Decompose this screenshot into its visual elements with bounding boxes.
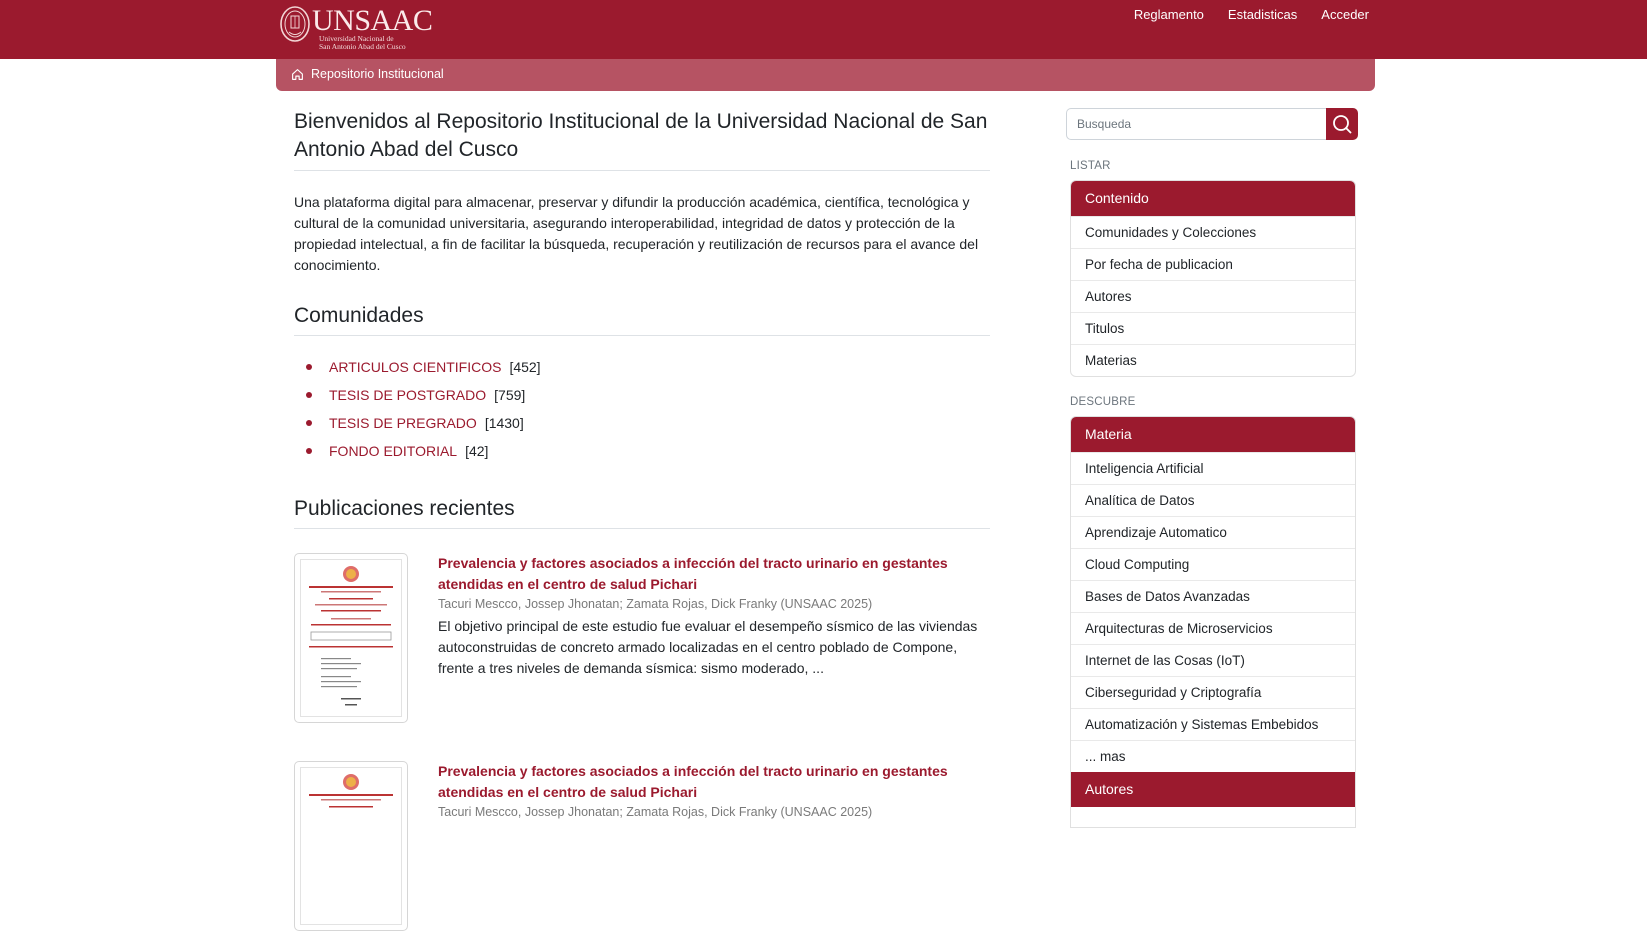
bullet-icon	[306, 420, 312, 426]
descubre-label: DESCUBRE	[1070, 396, 1136, 408]
nav-reglamento-link[interactable]: Reglamento	[1134, 7, 1204, 23]
sidebar-item-titulos[interactable]: Titulos	[1071, 312, 1355, 344]
nav-acceder-link[interactable]: Acceder	[1321, 7, 1369, 23]
sidebar-item-materia[interactable]: Internet de las Cosas (IoT)	[1071, 644, 1355, 676]
sidebar-item-autores[interactable]: Autores	[1071, 280, 1355, 312]
sidebar-item-fecha[interactable]: Por fecha de publicacion	[1071, 248, 1355, 280]
top-header-bar: UNSAAC Universidad Nacional de San Anton…	[0, 0, 1647, 59]
community-count: [42]	[465, 443, 489, 459]
logo-subtitle: Universidad Nacional de San Antonio Abad…	[319, 35, 406, 51]
recent-publications-section: Publicaciones recientes	[294, 496, 990, 529]
listar-label: LISTAR	[1070, 160, 1111, 172]
publication-authors: Tacuri Mescco, Jossep Jhonatan; Zamata R…	[438, 597, 873, 611]
list-item: FONDO EDITORIAL [42]	[294, 442, 990, 470]
sidebar-item-materias[interactable]: Materias	[1071, 344, 1355, 376]
sidebar-item-materia[interactable]: Bases de Datos Avanzadas	[1071, 580, 1355, 612]
list-item: TESIS DE POSTGRADO [759]	[294, 386, 990, 414]
document-page-graphic	[309, 566, 393, 706]
sidebar-item-materia[interactable]: Cloud Computing	[1071, 548, 1355, 580]
nav-estadisticas-link[interactable]: Estadisticas	[1228, 7, 1297, 23]
publication-abstract: El objetivo principal de este estudio fu…	[438, 618, 978, 676]
materia-header: Materia	[1071, 417, 1355, 452]
community-count: [1430]	[484, 415, 524, 431]
communities-heading: Comunidades	[294, 303, 990, 336]
top-navigation: Reglamento Estadisticas Acceder	[1134, 7, 1369, 23]
document-preview-icon	[300, 559, 402, 717]
sidebar-item-materia[interactable]: Automatización y Sistemas Embebidos	[1071, 708, 1355, 740]
bullet-icon	[306, 392, 312, 398]
community-link[interactable]: TESIS DE POSTGRADO	[329, 387, 486, 403]
community-count: [759]	[494, 387, 526, 403]
publication-authors: Tacuri Mescco, Jossep Jhonatan; Zamata R…	[438, 805, 873, 819]
intro-paragraph: Una plataforma digital para almacenar, p…	[294, 194, 979, 273]
community-link[interactable]: TESIS DE PREGRADO	[329, 415, 477, 431]
document-page-graphic	[309, 774, 393, 808]
main-content: Bienvenidos al Repositorio Institucional…	[294, 108, 990, 931]
search-input[interactable]	[1066, 108, 1326, 140]
university-seal-icon	[280, 6, 310, 42]
publication-info: Prevalencia y factores asociados a infec…	[438, 553, 990, 679]
breadcrumb-repositorio-link[interactable]: Repositorio Institucional	[311, 67, 444, 81]
recent-publications-heading: Publicaciones recientes	[294, 496, 990, 529]
bullet-icon	[306, 364, 312, 370]
publication-info: Prevalencia y factores asociados a infec…	[438, 761, 990, 822]
sidebar-item-materia[interactable]: Inteligencia Artificial	[1071, 452, 1355, 484]
community-link[interactable]: ARTICULOS CIENTIFICOS	[329, 359, 501, 375]
community-count: [452]	[509, 359, 541, 375]
sidebar-item-materia[interactable]: Aprendizaje Automatico	[1071, 516, 1355, 548]
publication-thumbnail[interactable]	[294, 553, 408, 723]
community-link[interactable]: FONDO EDITORIAL	[329, 443, 457, 459]
sidebar-item-comunidades[interactable]: Comunidades y Colecciones	[1071, 216, 1355, 248]
communities-section: Comunidades ARTICULOS CIENTIFICOS [452] T…	[294, 303, 990, 470]
sidebar-item-materia[interactable]: Ciberseguridad y Criptografía	[1071, 676, 1355, 708]
search-button[interactable]	[1326, 108, 1358, 140]
contenido-header: Contenido	[1071, 181, 1355, 216]
list-item: TESIS DE PREGRADO [1430]	[294, 414, 990, 442]
search-form	[1066, 108, 1358, 140]
sidebar-item-more[interactable]: ... mas	[1071, 740, 1355, 772]
publication-thumbnail[interactable]	[294, 761, 408, 931]
home-icon[interactable]	[291, 68, 304, 81]
unsaac-logo[interactable]: UNSAAC Universidad Nacional de San Anton…	[279, 4, 433, 51]
list-item: ARTICULOS CIENTIFICOS [452]	[294, 358, 990, 386]
communities-list: ARTICULOS CIENTIFICOS [452] TESIS DE POST…	[294, 358, 990, 470]
sidebar-item-materia[interactable]: Arquitecturas de Microservicios	[1071, 612, 1355, 644]
publication-title-link[interactable]: Prevalencia y factores asociados a infec…	[438, 553, 990, 595]
document-preview-icon	[300, 767, 402, 925]
logo-text: UNSAAC	[312, 4, 433, 37]
bullet-icon	[306, 448, 312, 454]
sidebar-item-materia[interactable]: Analítica de Datos	[1071, 484, 1355, 516]
publication-title-link[interactable]: Prevalencia y factores asociados a infec…	[438, 761, 990, 803]
logo-subtitle-line-2: San Antonio Abad del Cusco	[319, 42, 406, 51]
autores-header: Autores	[1071, 772, 1355, 807]
sidebar: LISTAR Contenido Comunidades y Coleccion…	[1066, 108, 1358, 828]
page-title: Bienvenidos al Repositorio Institucional…	[294, 108, 990, 171]
breadcrumb: Repositorio Institucional	[276, 59, 1375, 91]
descubre-group: Materia Inteligencia Artificial Analític…	[1070, 416, 1356, 828]
search-icon	[1333, 115, 1352, 134]
listar-group: Contenido Comunidades y Colecciones Por …	[1070, 180, 1356, 377]
